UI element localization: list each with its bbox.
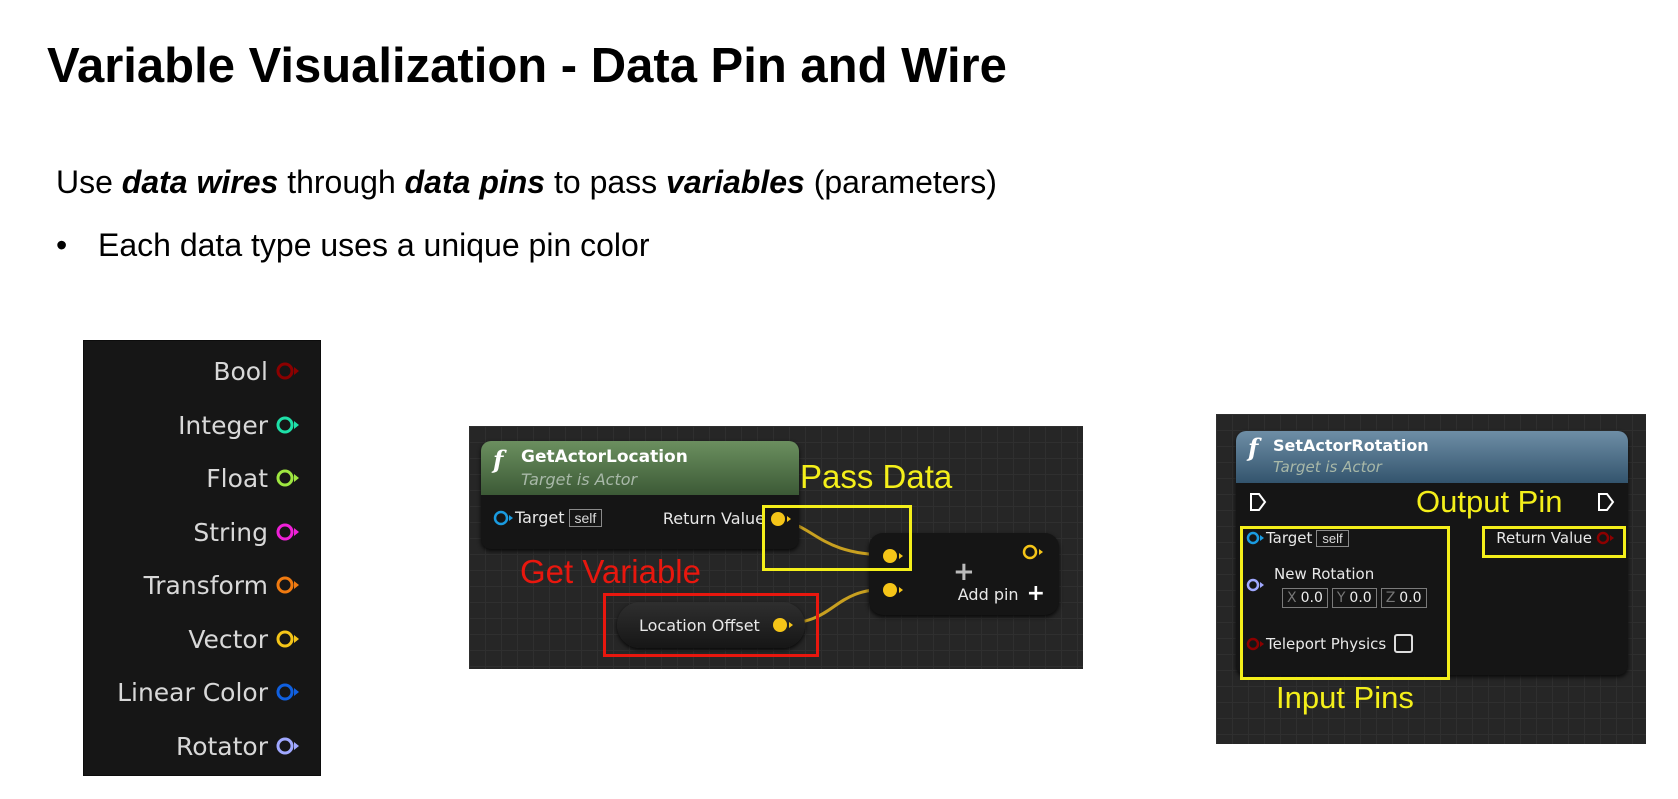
bullet-item: • Each data type uses a unique pin color bbox=[56, 227, 649, 264]
blueprint-graph-example-2: f SetActorRotation Target is Actor Targe… bbox=[1216, 414, 1646, 744]
pin-label: Rotator bbox=[175, 731, 268, 761]
pin-label: Linear Color bbox=[117, 677, 268, 707]
intro-text-1: Use bbox=[56, 164, 122, 200]
pass-data-highlight-box bbox=[762, 505, 912, 571]
vector-output-pin-icon[interactable] bbox=[1021, 543, 1045, 561]
integer-pin-icon bbox=[276, 416, 299, 434]
annotation-input-pins: Input Pins bbox=[1276, 680, 1414, 715]
intro-text-3: to pass bbox=[545, 164, 667, 200]
node-subtitle: Target is Actor bbox=[521, 470, 638, 489]
output-pin-highlight-box bbox=[1482, 526, 1626, 558]
vector-pin-icon bbox=[276, 630, 299, 648]
pin-label: Float bbox=[206, 463, 268, 493]
intro-text-2: through bbox=[278, 164, 405, 200]
linear-color-pin-icon bbox=[276, 683, 299, 701]
target-input-row: Target self bbox=[493, 508, 603, 527]
pin-label: String bbox=[193, 517, 268, 547]
pin-label: Vector bbox=[188, 624, 268, 654]
plus-icon: + bbox=[1026, 581, 1045, 606]
pin-row-bool: Bool bbox=[213, 356, 300, 386]
bullet-marker: • bbox=[56, 227, 68, 263]
pin-row-transform: Transform bbox=[144, 570, 300, 600]
function-icon: f bbox=[493, 445, 504, 474]
intro-text-4: (parameters) bbox=[804, 164, 997, 200]
node-title: GetActorLocation bbox=[521, 447, 688, 467]
blueprint-graph-example-1: f GetActorLocation Target is Actor Targe… bbox=[469, 426, 1083, 669]
pin-row-linear-color: Linear Color bbox=[117, 677, 300, 707]
intro-emph-data-pins: data pins bbox=[404, 164, 546, 200]
rotator-pin-icon bbox=[276, 737, 299, 755]
input-pins-highlight-box bbox=[1240, 526, 1450, 680]
pin-label: Bool bbox=[213, 356, 268, 386]
function-icon: f bbox=[1248, 433, 1259, 462]
bool-pin-icon bbox=[276, 362, 299, 380]
exec-input-pin-icon[interactable] bbox=[1248, 491, 1268, 513]
return-value-label: Return Value bbox=[662, 509, 765, 528]
node-header: f GetActorLocation Target is Actor bbox=[481, 441, 799, 495]
string-pin-icon bbox=[276, 523, 299, 541]
node-title: SetActorRotation bbox=[1273, 436, 1429, 455]
intro-emph-variables: variables bbox=[666, 164, 805, 200]
pin-label: Transform bbox=[143, 570, 268, 600]
intro-line: Use data wires through data pins to pass… bbox=[56, 164, 997, 201]
pin-row-rotator: Rotator bbox=[176, 731, 300, 761]
pin-row-float: Float bbox=[206, 463, 300, 493]
exec-output-pin-icon[interactable] bbox=[1596, 491, 1616, 513]
add-pin-button[interactable]: Add pin + bbox=[958, 583, 1045, 605]
slide-title: Variable Visualization - Data Pin and Wi… bbox=[47, 39, 1007, 93]
object-pin-icon[interactable] bbox=[493, 509, 515, 527]
intro-emph-data-wires: data wires bbox=[121, 164, 279, 200]
pin-row-vector: Vector bbox=[188, 624, 300, 654]
add-pin-label: Add pin bbox=[957, 584, 1019, 604]
annotation-get-variable: Get Variable bbox=[520, 553, 701, 590]
node-header: f SetActorRotation Target is Actor bbox=[1236, 431, 1628, 483]
pin-label: Integer bbox=[178, 410, 268, 440]
pin-row-string: String bbox=[193, 517, 300, 547]
pin-color-panel: Bool Integer Float String Transform Vect… bbox=[83, 340, 321, 776]
annotation-pass-data: Pass Data bbox=[800, 458, 953, 495]
pin-row-integer: Integer bbox=[178, 410, 300, 440]
annotation-output-pin: Output Pin bbox=[1416, 484, 1563, 519]
node-get-actor-location[interactable]: f GetActorLocation Target is Actor Targe… bbox=[481, 441, 799, 549]
vector-pin-icon[interactable] bbox=[881, 581, 905, 599]
self-box: self bbox=[568, 508, 603, 527]
transform-pin-icon bbox=[276, 576, 299, 594]
bullet-text: Each data type uses a unique pin color bbox=[98, 227, 650, 263]
get-variable-highlight-box bbox=[603, 593, 819, 657]
float-pin-icon bbox=[276, 469, 299, 487]
target-label: Target bbox=[515, 508, 565, 527]
node-subtitle: Target is Actor bbox=[1273, 458, 1382, 476]
